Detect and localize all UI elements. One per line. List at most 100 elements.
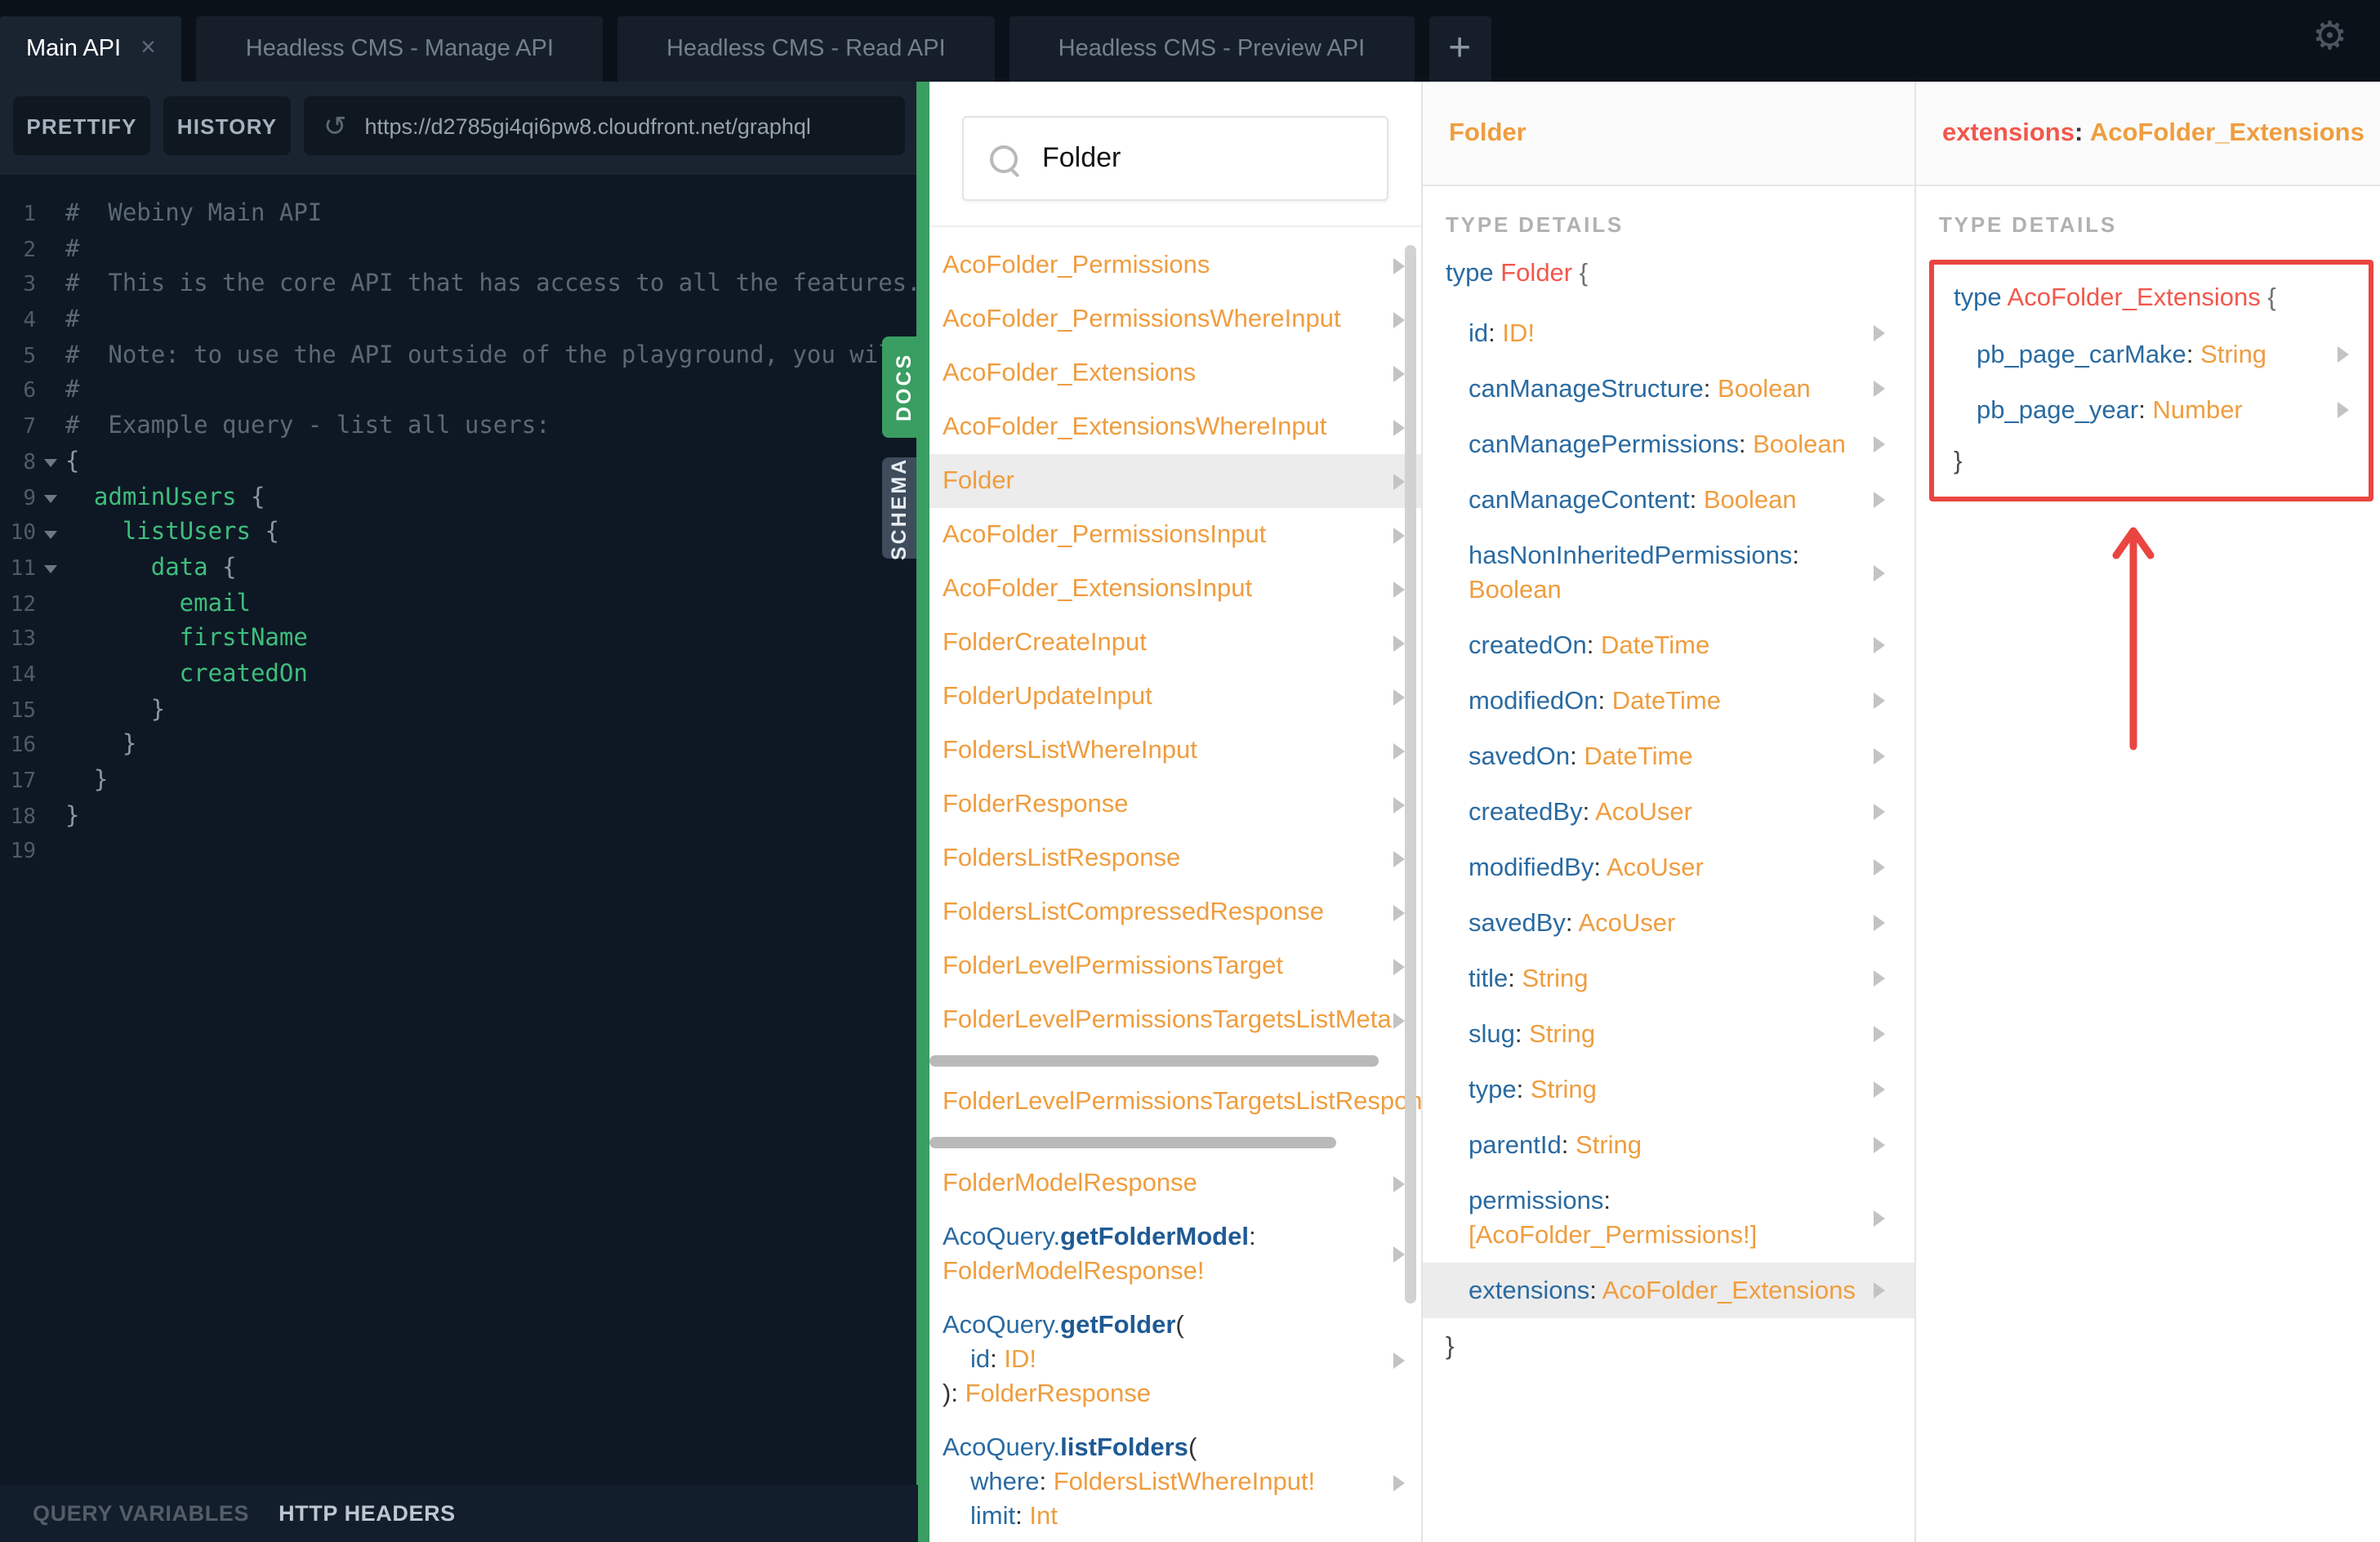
docs-item-text: FoldersListResponse bbox=[943, 845, 1181, 872]
code-line: 19 bbox=[0, 836, 918, 871]
endpoint-url-input[interactable] bbox=[361, 112, 885, 140]
close-tab-icon[interactable]: × bbox=[140, 35, 156, 62]
horizontal-scrollbar[interactable] bbox=[929, 1137, 1336, 1148]
prettify-button[interactable]: PRETTIFY bbox=[13, 96, 150, 155]
field-row-id[interactable]: id: ID! bbox=[1446, 305, 1892, 361]
field-row-parentid[interactable]: parentId: String bbox=[1446, 1117, 1892, 1173]
extensions-fields-list: pb_page_carMake: String pb_page_year: Num… bbox=[1954, 327, 2355, 438]
code-line: 15 } bbox=[0, 693, 918, 729]
code-line: 3 # This is the core API that has access … bbox=[0, 269, 918, 304]
code-text: # Webiny Main API bbox=[65, 201, 323, 227]
chevron-right-icon bbox=[1874, 693, 1885, 709]
schema-side-tab[interactable]: SCHEMA bbox=[882, 457, 916, 559]
fold-caret-icon[interactable] bbox=[36, 459, 64, 468]
chevron-right-icon bbox=[1874, 1081, 1885, 1098]
docs-list-item[interactable]: FolderLevelPermissionsTargetsListMeta bbox=[943, 993, 1421, 1047]
query-variables-tab[interactable]: QUERY VARIABLES bbox=[33, 1501, 249, 1526]
tab-headless-cms-manage-api[interactable]: Headless CMS - Manage API bbox=[196, 16, 603, 82]
chevron-right-icon bbox=[1393, 1246, 1405, 1263]
chevron-right-icon bbox=[1393, 742, 1405, 759]
open-brace: { bbox=[2267, 284, 2276, 312]
chevron-right-icon bbox=[1874, 564, 1885, 581]
docs-list-item[interactable]: AcoFolder_PermissionsWhereInput bbox=[943, 292, 1421, 346]
code-text: adminUsers { bbox=[65, 484, 265, 510]
docs-list-item[interactable]: AcoFolder_ExtensionsInput bbox=[943, 562, 1421, 616]
docs-list-item[interactable]: FolderLevelPermissionsTargetsListRespons… bbox=[943, 1075, 1421, 1129]
field-row-savedby[interactable]: savedBy: AcoUser bbox=[1446, 895, 1892, 951]
docs-list-item[interactable]: Folder bbox=[929, 454, 1421, 508]
chevron-right-icon bbox=[1874, 1210, 1885, 1226]
code-line: 6 # bbox=[0, 375, 918, 410]
field-row-modifiedon[interactable]: modifiedOn: DateTime bbox=[1446, 673, 1892, 729]
docs-list-item[interactable]: AcoFolder_ExtensionsWhereInput bbox=[943, 400, 1421, 454]
docs-item-text: AcoFolder_Extensions bbox=[943, 359, 1197, 387]
line-number: 9 bbox=[23, 486, 36, 510]
docs-item-text: FolderLevelPermissionsTargetsListRespons… bbox=[943, 1088, 1421, 1116]
docs-search-box[interactable] bbox=[962, 116, 1388, 201]
docs-list-item[interactable]: AcoFolder_PermissionsInput bbox=[943, 508, 1421, 562]
field-row-createdon[interactable]: createdOn: DateTime bbox=[1446, 617, 1892, 673]
up-arrow-annotation bbox=[2109, 521, 2158, 753]
docs-list-item[interactable]: FoldersListResponse bbox=[943, 831, 1421, 885]
docs-list-item[interactable]: AcoQuery.listFolders(where: FoldersListW… bbox=[943, 1421, 1421, 1542]
line-number: 19 bbox=[10, 840, 36, 865]
code-text: data { bbox=[65, 555, 237, 582]
tab-main-api[interactable]: Main API × bbox=[0, 16, 182, 82]
docs-list-item[interactable]: FolderResponse bbox=[943, 778, 1421, 831]
extensions-type-panel: extensions: AcoFolder_Extensions TYPE DE… bbox=[1914, 82, 2380, 1542]
fold-caret-icon[interactable] bbox=[36, 494, 64, 503]
code-text: # bbox=[65, 377, 80, 404]
field-text: slug: String bbox=[1469, 1020, 1596, 1048]
horizontal-scrollbar[interactable] bbox=[929, 1055, 1379, 1067]
docs-list-item[interactable]: FoldersListCompressedResponse bbox=[943, 885, 1421, 939]
field-row-canmanagepermissions[interactable]: canManagePermissions: Boolean bbox=[1446, 417, 1892, 472]
fold-caret-icon[interactable] bbox=[36, 530, 64, 539]
fold-caret-icon[interactable] bbox=[36, 565, 64, 574]
field-row-modifiedby[interactable]: modifiedBy: AcoUser bbox=[1446, 840, 1892, 895]
field-row-extensions[interactable]: extensions: AcoFolder_Extensions bbox=[1423, 1263, 1914, 1318]
vertical-scrollbar[interactable] bbox=[1405, 245, 1416, 1304]
field-row-pb-page-year[interactable]: pb_page_year: Number bbox=[1954, 382, 2355, 438]
docs-list-item[interactable]: AcoQuery.getFolderModel: FolderModelRespo… bbox=[943, 1210, 1421, 1299]
field-row-canmanagestructure[interactable]: canManageStructure: Boolean bbox=[1446, 361, 1892, 417]
code-text: # Example query - list all users: bbox=[65, 413, 550, 440]
docs-list-item[interactable]: FoldersListWhereInput bbox=[943, 724, 1421, 778]
endpoint-url-bar[interactable]: ↺ bbox=[304, 96, 905, 155]
panel-divider[interactable] bbox=[916, 82, 929, 1542]
docs-list-item[interactable]: AcoFolder_Extensions bbox=[943, 346, 1421, 400]
docs-list-item[interactable]: AcoFolder_Permissions bbox=[943, 238, 1421, 292]
field-row-type[interactable]: type: String bbox=[1446, 1062, 1892, 1117]
history-button[interactable]: HISTORY bbox=[163, 96, 291, 155]
reload-schema-icon[interactable]: ↺ bbox=[323, 112, 347, 140]
http-headers-tab[interactable]: HTTP HEADERS bbox=[279, 1501, 456, 1526]
chevron-right-icon bbox=[2338, 402, 2349, 418]
docs-side-tab[interactable]: DOCS bbox=[882, 336, 926, 438]
chevron-right-icon bbox=[1393, 311, 1405, 328]
code-text: } bbox=[65, 768, 109, 794]
field-row-savedon[interactable]: savedOn: DateTime bbox=[1446, 729, 1892, 784]
field-row-permissions[interactable]: permissions: [AcoFolder_Permissions!] bbox=[1446, 1173, 1892, 1263]
docs-list-item[interactable]: FolderUpdateInput bbox=[943, 670, 1421, 724]
field-row-pb-page-carmake[interactable]: pb_page_carMake: String bbox=[1954, 327, 2355, 382]
docs-list-item[interactable]: FolderModelResponse bbox=[943, 1156, 1421, 1210]
docs-list-item[interactable]: FolderLevelPermissionsTarget bbox=[943, 939, 1421, 993]
panel-title-text: Folder bbox=[1449, 118, 1526, 146]
field-text: savedBy: AcoUser bbox=[1469, 909, 1676, 937]
tab-headless-cms-read-api[interactable]: Headless CMS - Read API bbox=[617, 16, 995, 82]
field-row-hasnoninheritedpermissions[interactable]: hasNonInheritedPermissions: Boolean bbox=[1446, 528, 1892, 617]
query-editor[interactable]: 1 # Webiny Main API 2 #3 # This is the core … bbox=[0, 175, 918, 1485]
field-row-slug[interactable]: slug: String bbox=[1446, 1006, 1892, 1062]
line-number: 12 bbox=[10, 592, 36, 617]
editor-footer-bar: QUERY VARIABLES HTTP HEADERS bbox=[0, 1485, 918, 1542]
line-number: 17 bbox=[10, 769, 36, 794]
settings-gear-icon[interactable]: ⚙ bbox=[2312, 17, 2347, 57]
field-row-title[interactable]: title: String bbox=[1446, 951, 1892, 1006]
add-tab-button[interactable]: + bbox=[1428, 16, 1491, 82]
search-input[interactable] bbox=[1039, 140, 1361, 176]
tab-headless-cms-preview-api[interactable]: Headless CMS - Preview API bbox=[1009, 16, 1415, 82]
docs-list-item[interactable]: AcoQuery.getFolder(id: ID!): FolderRespo… bbox=[943, 1299, 1421, 1421]
docs-list-item[interactable]: FolderCreateInput bbox=[943, 616, 1421, 670]
docs-search-area bbox=[929, 82, 1421, 227]
field-row-createdby[interactable]: createdBy: AcoUser bbox=[1446, 784, 1892, 840]
field-row-canmanagecontent[interactable]: canManageContent: Boolean bbox=[1446, 472, 1892, 528]
